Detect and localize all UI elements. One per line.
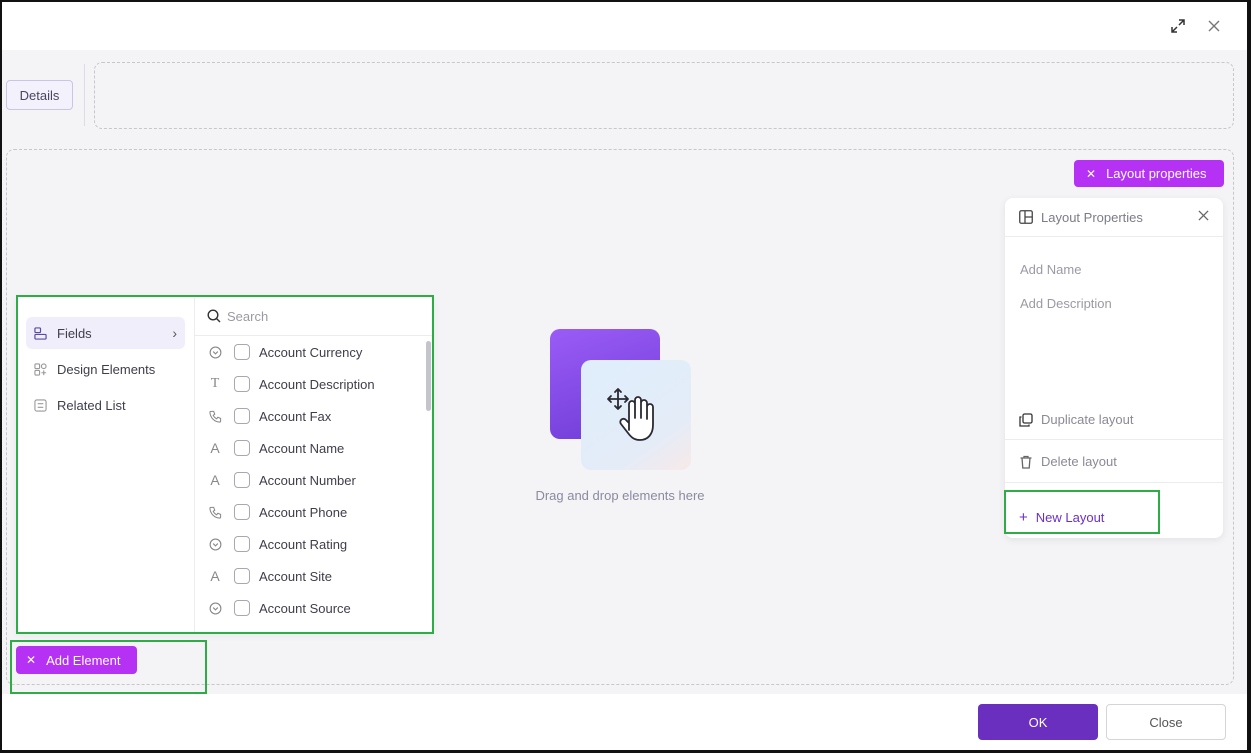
duplicate-icon [1019, 412, 1033, 427]
field-checkbox[interactable] [234, 408, 250, 424]
field-label: Account Source [259, 600, 351, 616]
field-checkbox[interactable] [234, 472, 250, 488]
trash-icon [1020, 455, 1032, 469]
field-checkbox[interactable] [234, 376, 250, 392]
field-label: Account Name [259, 440, 345, 456]
field-list-item[interactable]: Account Phone [207, 500, 347, 524]
close-icon: ✕ [1086, 166, 1097, 181]
layout-properties-header: Layout Properties [1005, 198, 1223, 237]
delete-layout-button[interactable]: Delete layout [1019, 454, 1117, 469]
add-element-panel: Fields › Design Elements Related List Ac… [17, 297, 432, 632]
duplicate-layout-label: Duplicate layout [1041, 412, 1134, 427]
picklist-icon [207, 344, 223, 360]
add-element-button[interactable]: ✕ Add Element [16, 646, 137, 674]
divider [1005, 482, 1223, 483]
layout-properties-toggle-label: Layout properties [1106, 166, 1207, 181]
phone-icon [207, 504, 223, 520]
design-elements-icon [34, 362, 47, 376]
picklist-icon [207, 536, 223, 552]
field-checkbox[interactable] [234, 600, 250, 616]
element-category-nav: Fields › Design Elements Related List [17, 297, 195, 632]
nav-item-label: Fields [57, 325, 92, 341]
header-drop-zone[interactable] [94, 62, 1234, 129]
delete-layout-label: Delete layout [1041, 454, 1117, 469]
nav-item-label: Related List [57, 397, 126, 413]
layout-properties-toggle-button[interactable]: ✕ Layout properties [1074, 160, 1224, 187]
field-label: Account Fax [259, 408, 332, 424]
field-icon [34, 326, 47, 340]
field-label: Account Currency [259, 344, 363, 360]
field-list-scrollbar[interactable] [426, 341, 431, 411]
illustration-front-square [581, 360, 691, 470]
field-search-row [195, 297, 432, 336]
close-icon: ✕ [26, 653, 37, 667]
drop-hint-text: Drag and drop elements here [535, 488, 705, 503]
field-label: Account Number [259, 472, 356, 488]
field-list-item[interactable]: A Account Number [207, 468, 356, 492]
drag-hand-icon [607, 388, 654, 441]
related-list-icon [34, 398, 47, 412]
field-label: Account Description [259, 376, 375, 392]
vertical-divider [84, 64, 85, 126]
phone-icon [207, 408, 223, 424]
duplicate-layout-button[interactable]: Duplicate layout [1019, 412, 1134, 427]
field-checkbox[interactable] [234, 504, 250, 520]
field-label: Account Rating [259, 536, 348, 552]
plus-icon: + [1019, 509, 1028, 526]
nav-item-related-list[interactable]: Related List [26, 389, 185, 421]
layout-description-input[interactable]: Add Description [1020, 296, 1112, 311]
nav-item-label: Design Elements [57, 361, 156, 377]
field-list-item[interactable]: Account Fax [207, 404, 331, 428]
field-label: Account Site [259, 568, 332, 584]
field-list-item[interactable]: Account Source [207, 596, 351, 620]
layout-properties-title: Layout Properties [1041, 209, 1143, 225]
expand-arrows-icon[interactable] [1168, 16, 1188, 36]
field-checkbox[interactable] [234, 536, 250, 552]
close-icon[interactable] [1198, 209, 1209, 224]
layout-name-input[interactable]: Add Name [1020, 262, 1081, 277]
field-checkbox[interactable] [234, 440, 250, 456]
nav-item-design-elements[interactable]: Design Elements [26, 353, 185, 385]
field-checkbox[interactable] [234, 568, 250, 584]
field-list-item[interactable]: A Account Name [207, 436, 344, 460]
text-field-icon: A [210, 568, 220, 584]
picklist-icon [207, 600, 223, 616]
field-list-item[interactable]: Account Currency [207, 340, 362, 364]
chevron-right-icon: › [172, 325, 177, 341]
text-area-icon: T [210, 376, 220, 391]
field-label: Account Phone [259, 504, 348, 520]
field-search-input[interactable] [227, 308, 417, 324]
layout-properties-panel: Layout Properties Add Name Add Descripti… [1005, 198, 1223, 538]
close-icon[interactable] [1204, 16, 1224, 36]
text-field-icon: A [210, 472, 220, 488]
close-button[interactable]: Close [1106, 704, 1226, 740]
ok-button[interactable]: OK [978, 704, 1098, 740]
field-list-pane: Account Currency T Account Description Acco… [195, 297, 432, 632]
field-checkbox[interactable] [234, 344, 250, 360]
field-list-item[interactable]: T Account Description [207, 372, 375, 396]
text-field-icon: A [210, 440, 220, 456]
field-list-item[interactable]: A Account Site [207, 564, 332, 588]
field-list-item[interactable]: Account Rating [207, 532, 347, 556]
divider [1005, 439, 1223, 440]
details-tab-button[interactable]: Details [6, 80, 73, 110]
new-layout-label: New Layout [1035, 510, 1105, 525]
new-layout-button[interactable]: + New Layout [1019, 509, 1104, 526]
layout-grid-icon [1019, 210, 1033, 224]
dialog-top-bar [2, 2, 1247, 50]
add-element-label: Add Element [46, 652, 121, 668]
nav-item-fields[interactable]: Fields › [26, 317, 185, 349]
search-icon [207, 309, 221, 323]
drag-drop-illustration [550, 329, 691, 470]
